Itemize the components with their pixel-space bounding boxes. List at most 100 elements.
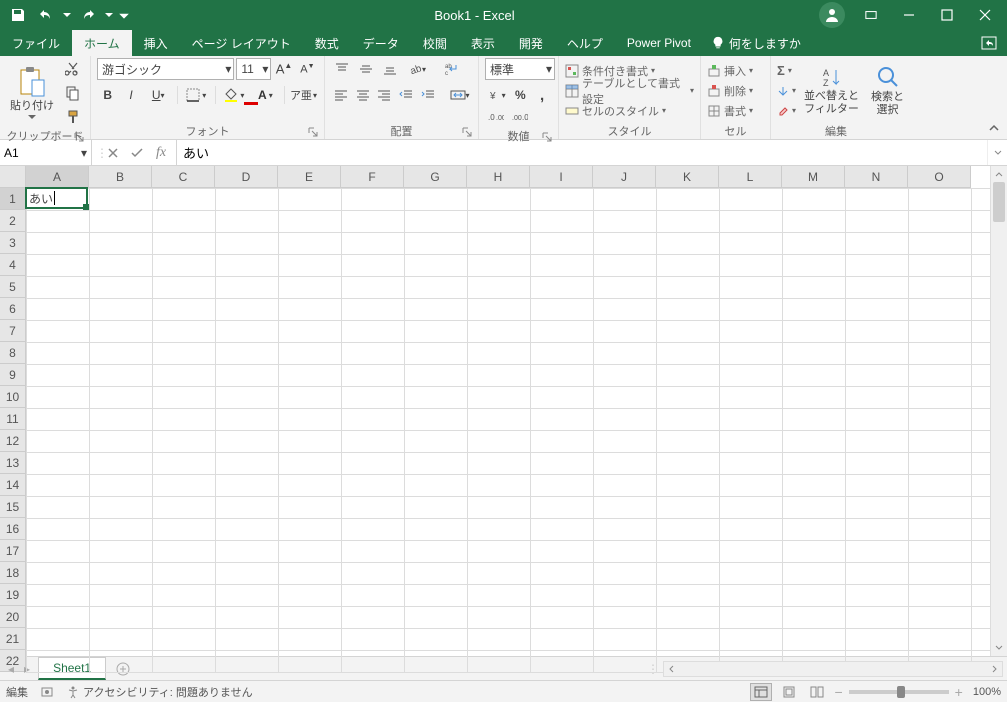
decrease-font-button[interactable]: A▼ [297,58,318,80]
column-header-F[interactable]: F [341,166,404,188]
tab-view[interactable]: 表示 [459,30,507,56]
underline-button[interactable]: U ▾ [144,84,173,106]
name-box-input[interactable] [4,146,81,160]
column-header-I[interactable]: I [530,166,593,188]
column-header-K[interactable]: K [656,166,719,188]
tab-data[interactable]: データ [351,30,411,56]
column-header-E[interactable]: E [278,166,341,188]
cut-button[interactable] [62,58,84,80]
tab-formulas[interactable]: 数式 [303,30,351,56]
ribbon-display-button[interactable] [853,2,889,28]
row-header-9[interactable]: 9 [0,364,26,386]
font-color-button[interactable]: A▾ [251,84,280,106]
cell-styles-button[interactable]: セルのスタイル ▾ [565,102,694,120]
name-box-dropdown[interactable]: ▾ [81,146,87,160]
italic-button[interactable]: I [120,84,141,106]
column-header-C[interactable]: C [152,166,215,188]
cells-area[interactable]: あい [26,188,990,672]
scroll-right-button[interactable] [986,662,1002,676]
row-header-21[interactable]: 21 [0,628,26,650]
row-header-1[interactable]: 1 [0,188,26,210]
number-format-combo[interactable]: 標準▾ [485,58,555,80]
align-left-button[interactable] [331,84,351,106]
decrease-indent-button[interactable] [396,84,416,106]
row-header-7[interactable]: 7 [0,320,26,342]
scroll-left-button[interactable] [664,662,680,676]
tab-powerpivot[interactable]: Power Pivot [615,30,703,56]
wrap-text-button[interactable]: abc [441,58,463,80]
row-header-2[interactable]: 2 [0,210,26,232]
horizontal-scrollbar[interactable] [663,661,1003,677]
normal-view-button[interactable] [750,683,772,701]
undo-dropdown[interactable] [62,3,72,27]
fill-handle[interactable] [83,204,89,210]
row-header-16[interactable]: 16 [0,518,26,540]
tab-page-layout[interactable]: ページ レイアウト [180,30,303,56]
zoom-slider-knob[interactable] [897,686,905,698]
comma-button[interactable]: , [532,84,552,106]
align-middle-button[interactable] [355,58,377,80]
tab-insert[interactable]: 挿入 [132,30,180,56]
insert-function-button[interactable]: fx [150,142,172,164]
align-top-button[interactable] [331,58,353,80]
tell-me-search[interactable]: 何をしますか [711,30,801,56]
maximize-button[interactable] [929,2,965,28]
fill-button[interactable]: ▾ [777,82,796,100]
bold-button[interactable]: B [97,84,118,106]
vscroll-thumb[interactable] [993,182,1005,222]
row-header-15[interactable]: 15 [0,496,26,518]
clear-button[interactable]: ▾ [777,102,796,120]
collapse-ribbon-button[interactable] [987,121,1001,135]
tab-review[interactable]: 校閲 [411,30,459,56]
format-as-table-button[interactable]: テーブルとして書式設定 ▾ [565,82,694,100]
alignment-dialog-launcher[interactable] [462,127,474,139]
column-header-G[interactable]: G [404,166,467,188]
zoom-level[interactable]: 100% [973,686,1001,698]
scroll-up-button[interactable] [991,166,1007,182]
macro-record-icon[interactable] [40,685,54,699]
expand-formula-bar-button[interactable] [987,140,1007,165]
border-button[interactable]: ▾ [182,84,211,106]
row-header-12[interactable]: 12 [0,430,26,452]
select-all-button[interactable] [0,166,26,188]
autosum-button[interactable]: Σ ▾ [777,62,796,80]
cancel-edit-button[interactable] [102,142,124,164]
page-layout-view-button[interactable] [778,683,800,701]
increase-font-button[interactable]: A▲ [273,58,294,80]
copy-button[interactable] [62,82,84,104]
clipboard-dialog-launcher[interactable] [74,132,86,144]
save-button[interactable] [6,3,30,27]
align-center-button[interactable] [353,84,373,106]
row-header-10[interactable]: 10 [0,386,26,408]
align-bottom-button[interactable] [379,58,401,80]
font-size-combo[interactable]: 11▾ [236,58,271,80]
increase-decimal-button[interactable]: .0.00 [485,106,507,128]
column-header-N[interactable]: N [845,166,908,188]
row-header-18[interactable]: 18 [0,562,26,584]
row-header-20[interactable]: 20 [0,606,26,628]
zoom-out-button[interactable]: − [834,684,842,700]
merge-button[interactable]: ▾ [447,84,472,106]
confirm-edit-button[interactable] [126,142,148,164]
zoom-in-button[interactable]: + [955,684,963,700]
zoom-slider[interactable] [849,690,949,694]
phonetic-button[interactable]: ア亜▾ [289,84,318,106]
row-header-13[interactable]: 13 [0,452,26,474]
decrease-decimal-button[interactable]: .00.0 [509,106,531,128]
row-header-17[interactable]: 17 [0,540,26,562]
minimize-button[interactable] [891,2,927,28]
redo-button[interactable] [76,3,100,27]
format-painter-button[interactable] [62,106,84,128]
find-select-button[interactable]: 検索と 選択 [867,63,908,117]
sort-filter-button[interactable]: AZ 並べ替えと フィルター [800,64,863,116]
font-dialog-launcher[interactable] [308,127,320,139]
font-name-combo[interactable]: 游ゴシック▾ [97,58,234,80]
orientation-button[interactable]: ab▾ [403,58,431,80]
delete-cells-button[interactable]: 削除 ▾ [707,82,764,100]
format-cells-button[interactable]: 書式 ▾ [707,102,764,120]
tab-developer[interactable]: 開発 [507,30,555,56]
user-account-button[interactable] [819,2,845,28]
close-button[interactable] [967,2,1003,28]
page-break-view-button[interactable] [806,683,828,701]
formula-input-area[interactable] [177,140,987,165]
